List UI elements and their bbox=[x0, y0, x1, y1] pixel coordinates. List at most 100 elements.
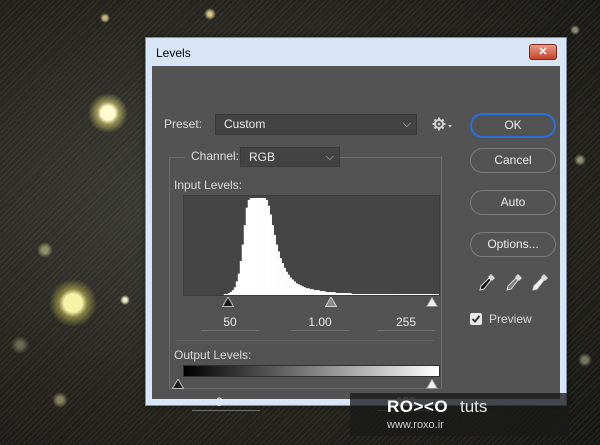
histogram-bar bbox=[291, 279, 294, 295]
histogram-bar bbox=[285, 271, 288, 295]
histogram-bar bbox=[405, 294, 408, 295]
gray-point-eyedropper-icon[interactable] bbox=[505, 273, 523, 293]
histogram-bar bbox=[389, 294, 392, 295]
histogram-bar bbox=[397, 294, 400, 295]
histogram-bar bbox=[357, 294, 360, 295]
histogram-bar bbox=[283, 267, 286, 295]
options-button[interactable]: Options... bbox=[470, 232, 556, 257]
histogram-bar bbox=[259, 198, 262, 295]
histogram-bar bbox=[377, 294, 380, 295]
histogram-bar bbox=[247, 199, 251, 295]
histogram-bar bbox=[369, 294, 372, 295]
histogram-bar bbox=[399, 294, 402, 295]
histogram-bar bbox=[411, 294, 414, 295]
histogram-bar bbox=[333, 292, 336, 295]
title-bar[interactable]: Levels ✕ bbox=[146, 38, 566, 66]
input-levels-label: Input Levels: bbox=[174, 178, 243, 192]
histogram-bar bbox=[319, 291, 322, 295]
histogram-bar bbox=[385, 294, 388, 295]
black-point-eyedropper-icon[interactable] bbox=[478, 273, 496, 293]
input-white-field[interactable]: 255 bbox=[377, 314, 435, 331]
histogram-bar bbox=[223, 294, 227, 295]
white-point-eyedropper-icon[interactable] bbox=[531, 273, 549, 293]
histogram-bar bbox=[301, 286, 304, 295]
histogram-bar bbox=[253, 198, 257, 295]
dialog-body: Preset: Custom ⌵ Channel: RGB ⌵ Input Le… bbox=[152, 66, 560, 411]
histogram-bar bbox=[335, 293, 338, 295]
histogram-bar bbox=[289, 277, 292, 295]
gear-icon[interactable] bbox=[432, 116, 454, 132]
ok-button[interactable]: OK bbox=[470, 113, 556, 138]
preset-value: Custom bbox=[224, 117, 266, 131]
histogram-bar bbox=[243, 225, 247, 295]
histogram-bar bbox=[417, 294, 420, 295]
histogram-bar bbox=[257, 198, 260, 295]
histogram-bar bbox=[279, 258, 282, 295]
histogram-bar bbox=[343, 293, 346, 295]
histogram-bar bbox=[435, 294, 438, 295]
input-gamma-slider[interactable] bbox=[325, 297, 337, 307]
histogram-bar bbox=[363, 294, 366, 295]
preset-label: Preset: bbox=[164, 117, 203, 131]
histogram-bar bbox=[281, 262, 284, 295]
divider bbox=[176, 340, 434, 341]
histogram-bar bbox=[395, 294, 398, 295]
histogram-bar bbox=[255, 198, 259, 295]
histogram-bar bbox=[251, 198, 255, 295]
histogram-bar bbox=[261, 198, 264, 295]
output-black-field[interactable]: 0 bbox=[192, 394, 260, 411]
histogram-bar bbox=[393, 294, 396, 295]
input-black-field[interactable]: 50 bbox=[201, 314, 259, 331]
histogram-bar bbox=[415, 294, 418, 295]
watermark: RO><O tuts www.roxo.ir bbox=[350, 393, 569, 436]
checkmark-icon bbox=[471, 315, 481, 323]
output-black-slider[interactable] bbox=[172, 379, 184, 389]
histogram-bar bbox=[309, 289, 312, 295]
histogram-bar bbox=[277, 251, 280, 295]
histogram-bar bbox=[419, 294, 422, 295]
histogram-bar bbox=[267, 205, 270, 295]
histogram-bar bbox=[429, 294, 432, 295]
histogram-chart bbox=[223, 198, 440, 295]
close-button[interactable]: ✕ bbox=[529, 44, 557, 60]
histogram-bar bbox=[269, 214, 272, 295]
histogram-bar bbox=[361, 294, 364, 295]
input-gamma-field[interactable]: 1.00 bbox=[291, 314, 349, 331]
histogram-bar bbox=[313, 290, 316, 295]
input-white-slider[interactable] bbox=[426, 297, 438, 307]
histogram-bar bbox=[273, 234, 276, 295]
input-black-slider[interactable] bbox=[222, 297, 234, 307]
channel-label: Channel: bbox=[185, 149, 246, 163]
histogram-bar bbox=[381, 294, 384, 295]
levels-dialog: Levels ✕ Preset: Custom ⌵ Channel: RGB ⌵… bbox=[145, 37, 567, 411]
histogram-bar bbox=[229, 292, 233, 295]
histogram-bar bbox=[231, 290, 235, 295]
histogram-bar bbox=[241, 244, 245, 295]
preset-select[interactable]: Custom ⌵ bbox=[215, 114, 417, 135]
output-white-slider[interactable] bbox=[426, 379, 438, 389]
histogram-bar bbox=[227, 293, 231, 295]
cancel-button[interactable]: Cancel bbox=[470, 148, 556, 173]
histogram-bar bbox=[347, 293, 350, 295]
histogram-bar bbox=[355, 294, 358, 295]
histogram-bar bbox=[239, 261, 243, 295]
histogram-bar bbox=[431, 294, 434, 295]
histogram-bar bbox=[337, 293, 340, 295]
histogram-bar bbox=[287, 274, 290, 295]
histogram-bar bbox=[427, 294, 430, 295]
dialog-title: Levels bbox=[156, 46, 191, 60]
histogram-bar bbox=[373, 294, 376, 295]
histogram-bar bbox=[331, 292, 334, 295]
channel-select[interactable]: RGB ⌵ bbox=[240, 147, 340, 167]
output-levels-label: Output Levels: bbox=[174, 348, 252, 362]
chevron-down-icon: ⌵ bbox=[325, 151, 334, 163]
histogram-bar bbox=[379, 294, 382, 295]
histogram-bar bbox=[317, 290, 320, 295]
histogram-bar bbox=[359, 294, 362, 295]
auto-button[interactable]: Auto bbox=[470, 190, 556, 215]
histogram-bar bbox=[345, 293, 348, 295]
histogram-bar bbox=[383, 294, 386, 295]
histogram-bar bbox=[365, 294, 368, 295]
preview-checkbox[interactable] bbox=[470, 313, 482, 325]
histogram-bar bbox=[403, 294, 406, 295]
